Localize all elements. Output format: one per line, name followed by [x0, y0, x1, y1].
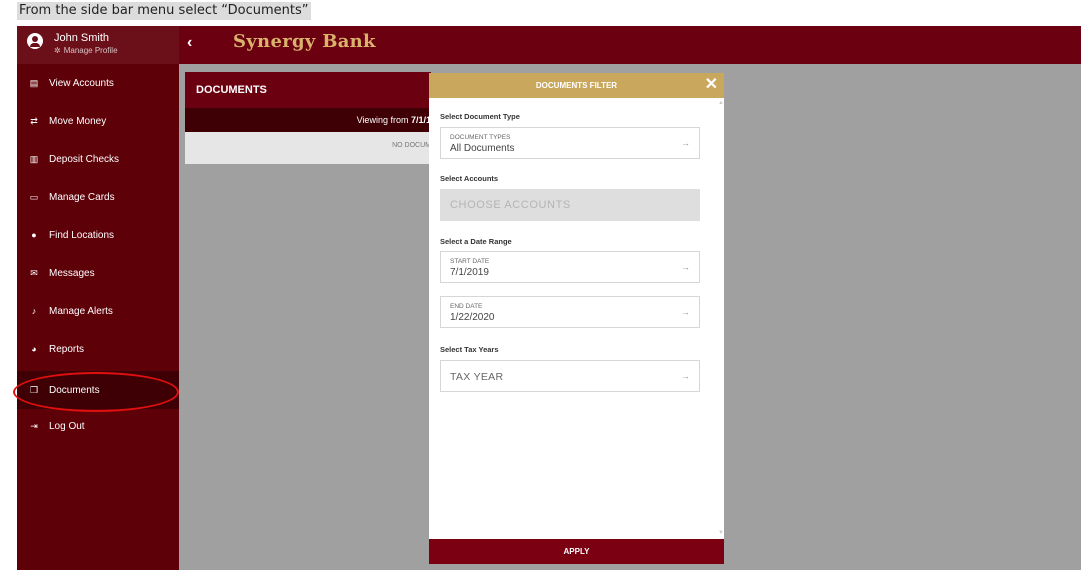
sidebar-item-label: View Accounts: [49, 77, 114, 89]
location-pin-icon: ●: [31, 230, 37, 240]
instruction-caption: From the side bar menu select “Documents…: [17, 2, 311, 20]
manage-profile-link[interactable]: ✲ Manage Profile: [54, 46, 118, 55]
envelope-icon: ✉: [30, 267, 38, 278]
doc-type-small-label: DOCUMENT TYPES: [450, 134, 511, 141]
sidebar-item-label: Deposit Checks: [49, 153, 120, 165]
bell-icon: ♪: [31, 306, 37, 316]
profile-header[interactable]: John Smith ✲ Manage Profile: [17, 26, 179, 64]
profile-name: John Smith: [54, 32, 110, 44]
sidebar-item-manage-alerts[interactable]: ♪ Manage Alerts: [17, 292, 179, 330]
sidebar-item-deposit-checks[interactable]: ▥ Deposit Checks: [17, 140, 179, 178]
modal-scrollbar[interactable]: ▲ ▼: [716, 98, 724, 538]
sidebar-item-find-locations[interactable]: ● Find Locations: [17, 216, 179, 254]
sidebar-item-label: Reports: [49, 343, 85, 355]
document-type-select[interactable]: DOCUMENT TYPES All Documents →: [440, 127, 700, 159]
scroll-down-icon[interactable]: ▼: [718, 530, 724, 536]
brand-logo: Synergy Bank: [233, 31, 376, 52]
documents-panel: DOCUMENTS Viewing from 7/1/1 NO DOCUM: [185, 72, 431, 164]
start-date-field[interactable]: START DATE 7/1/2019 →: [440, 251, 700, 283]
banking-app: John Smith ✲ Manage Profile ▤ View Accou…: [13, 26, 1081, 570]
doc-type-value: All Documents: [450, 143, 515, 154]
viewing-date: 7/1/1: [410, 115, 431, 125]
filter-title: DOCUMENTS FILTER: [535, 81, 618, 90]
top-bar: ‹ Synergy Bank: [179, 26, 1081, 64]
card-icon: ▭: [29, 191, 39, 202]
filter-header: DOCUMENTS FILTER ✕: [429, 73, 724, 98]
sidebar-item-view-accounts[interactable]: ▤ View Accounts: [17, 64, 179, 102]
tax-years-label: Select Tax Years: [440, 345, 499, 354]
arrow-right-icon: →: [681, 138, 690, 148]
sidebar-item-label: Move Money: [49, 115, 107, 127]
tax-year-select[interactable]: TAX YEAR →: [440, 360, 700, 392]
documents-highlight-ellipse: [13, 372, 179, 412]
sidebar-item-label: Find Locations: [49, 229, 115, 241]
accounts-icon: ▤: [29, 77, 39, 88]
accounts-label: Select Accounts: [440, 174, 499, 183]
documents-title: DOCUMENTS: [185, 72, 431, 108]
sidebar-item-reports[interactable]: ◕ Reports: [17, 330, 179, 368]
start-date-value: 7/1/2019: [450, 267, 489, 278]
sidebar-item-messages[interactable]: ✉ Messages: [17, 254, 179, 292]
tax-year-placeholder: TAX YEAR: [450, 371, 504, 383]
chart-icon: ◕: [31, 344, 37, 354]
bank-icon: ▥: [29, 153, 39, 164]
back-chevron-icon[interactable]: ‹: [187, 34, 192, 52]
sidebar: John Smith ✲ Manage Profile ▤ View Accou…: [17, 26, 179, 570]
documents-filter-modal: DOCUMENTS FILTER ✕ ▲ ▼ Select Document T…: [429, 73, 724, 564]
arrow-right-icon: →: [681, 307, 690, 317]
scroll-up-icon[interactable]: ▲: [718, 100, 724, 106]
sidebar-item-log-out[interactable]: ⇥ Log Out: [17, 407, 179, 445]
arrow-right-icon: →: [681, 371, 690, 381]
sidebar-item-manage-cards[interactable]: ▭ Manage Cards: [17, 178, 179, 216]
gear-icon: ✲: [54, 46, 61, 55]
apply-button[interactable]: APPLY: [429, 539, 724, 564]
arrow-right-icon: →: [681, 262, 690, 272]
sidebar-item-label: Messages: [49, 267, 95, 279]
choose-accounts-input[interactable]: CHOOSE ACCOUNTS: [440, 189, 700, 221]
logout-icon: ⇥: [30, 420, 38, 431]
sidebar-item-label: Log Out: [49, 420, 85, 432]
end-date-value: 1/22/2020: [450, 312, 495, 323]
sidebar-item-move-money[interactable]: ⇄ Move Money: [17, 102, 179, 140]
manage-profile-label: Manage Profile: [63, 46, 118, 55]
transfer-icon: ⇄: [30, 115, 38, 126]
user-avatar-icon: [27, 33, 43, 49]
date-range-label: Select a Date Range: [440, 237, 512, 246]
no-documents-message: NO DOCUM: [392, 141, 431, 149]
sidebar-item-label: Manage Cards: [49, 191, 115, 203]
end-date-field[interactable]: END DATE 1/22/2020 →: [440, 296, 700, 328]
doc-type-label: Select Document Type: [440, 112, 520, 121]
sidebar-item-label: Manage Alerts: [49, 305, 113, 317]
end-date-small-label: END DATE: [450, 303, 483, 310]
viewing-prefix: Viewing from: [356, 115, 409, 125]
start-date-small-label: START DATE: [450, 258, 490, 265]
viewing-range-bar: Viewing from 7/1/1: [185, 108, 431, 132]
close-icon[interactable]: ✕: [705, 76, 718, 94]
